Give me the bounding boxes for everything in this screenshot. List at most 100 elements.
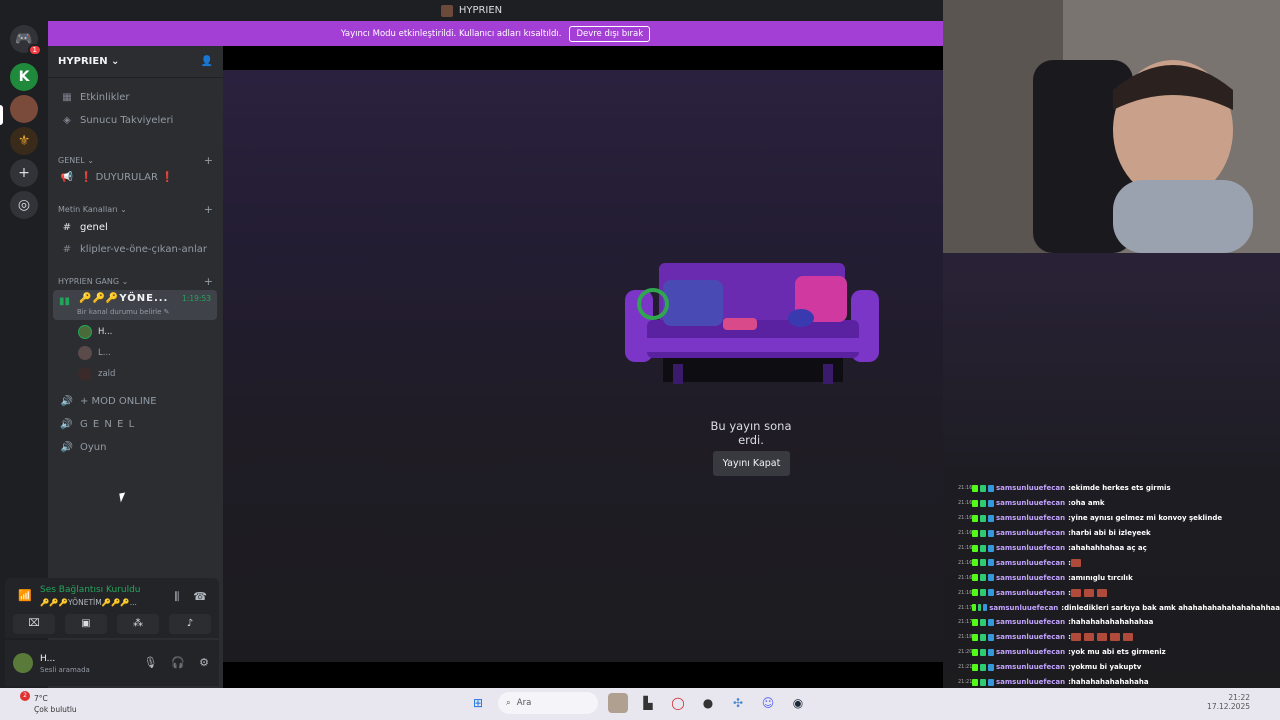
- kick-badge-icon: [972, 589, 978, 597]
- voice-channel-active[interactable]: ▮▮ 🔑🔑🔑YÖNE... 1:19:53 Bir kanal durumu b…: [53, 290, 217, 320]
- disable-button[interactable]: Devre dışı bırak: [569, 25, 651, 42]
- obs-icon[interactable]: ●: [698, 693, 718, 713]
- server-name: HYPRIEN ⌄: [58, 56, 120, 67]
- chat-text: dinledikleri sarkıya bak amk ahahahahaha…: [1064, 603, 1280, 612]
- sidebar-item-events[interactable]: ▦ Etkinlikler: [56, 87, 217, 107]
- speaker-icon: 🔊: [60, 418, 74, 430]
- avatar[interactable]: [13, 653, 33, 673]
- chat-time: 21:16: [958, 515, 973, 522]
- voice-channel-mod-online[interactable]: 🔊 + MOD ONLINE: [56, 391, 217, 411]
- chat-text: amınıglu tırcılık: [1070, 573, 1133, 582]
- chat-time: 21:16: [958, 545, 973, 551]
- username[interactable]: H...: [40, 654, 55, 664]
- screen-share-button[interactable]: ▣: [65, 614, 107, 634]
- sidebar-item-boosts[interactable]: ◈ Sunucu Takviyeleri: [56, 110, 217, 130]
- hyprien-server-icon[interactable]: [10, 95, 38, 123]
- chevron-down-icon: ⌄: [111, 56, 120, 67]
- voice-member[interactable]: H...: [78, 324, 112, 340]
- voice-channel-genel[interactable]: 🔊 G E N E L: [56, 414, 217, 434]
- server-header[interactable]: HYPRIEN ⌄ 👤: [48, 46, 223, 78]
- screen: HYPRIEN 🎮 1 K ⚜ + ◎ Yayıncı Modu etkinle…: [0, 0, 1280, 720]
- activities-icon: ⁂: [133, 618, 143, 629]
- chat-text: yokmu bi yakuptv: [1070, 663, 1142, 672]
- voice-status[interactable]: Ses Bağlantısı Kuruldu: [40, 585, 140, 595]
- signal-icon[interactable]: 📶: [18, 589, 32, 602]
- gift-badge-icon: [988, 559, 994, 567]
- close-stream-button[interactable]: Yayını Kapat: [713, 451, 790, 476]
- chat-username: samsunluuefecan: [996, 484, 1066, 493]
- windows-taskbar: 2 7°C Çok bulutlu ⊞ ⌕ Ara ▙ ◯ ● ✣ ☺ ◉ 21…: [0, 688, 1280, 720]
- channel-klipler[interactable]: # klipler-ve-öne-çıkan-anlar: [56, 239, 217, 259]
- gear-icon[interactable]: ⚙: [199, 656, 209, 669]
- voice-member[interactable]: L...: [78, 345, 111, 361]
- kick-badge-icon: [972, 604, 976, 612]
- voice-channel-name[interactable]: 🔑🔑🔑YÖNETİM🔑🔑🔑...: [40, 598, 137, 607]
- megaphone-icon: 📢: [60, 171, 74, 183]
- kick-server-icon[interactable]: K: [10, 63, 38, 91]
- avatar: [78, 346, 92, 360]
- chat-time: 21:16: [958, 530, 973, 537]
- user-status: Sesli aramada: [40, 666, 90, 674]
- chat-time: 21:17: [958, 619, 973, 626]
- steam-icon[interactable]: ◉: [788, 693, 808, 713]
- chat-username: samsunluuefecan: [996, 648, 1066, 657]
- gift-badge-icon: [988, 633, 994, 641]
- add-channel-icon[interactable]: +: [204, 154, 213, 167]
- kick-badge-icon: [972, 663, 978, 671]
- soundboard-button[interactable]: ♪: [169, 614, 211, 634]
- subscriber-badge-icon: [980, 559, 986, 567]
- chat-username: samsunluuefecan: [996, 633, 1066, 642]
- system-clock[interactable]: 21:22 17.12.2025: [1207, 693, 1250, 711]
- microphone-icon[interactable]: 🎙: [143, 656, 157, 669]
- chat-overlay: 21:16 samsunluuefecan: ekimde herkes ets …: [958, 481, 1280, 719]
- stream-ended-text: Bu yayın sona erdi.: [710, 419, 792, 447]
- kick-badge-icon: [972, 678, 978, 686]
- add-server-icon[interactable]: +: [10, 159, 38, 187]
- subscriber-badge-icon: [980, 648, 986, 656]
- search-icon: ⌕: [506, 698, 511, 708]
- chat-message: 21:20 samsunluuefecan: yok mu abi ets gir…: [958, 648, 1166, 657]
- emote-icon: [1083, 588, 1094, 597]
- chat-text: ahahahhahaa aç aç: [1070, 544, 1147, 552]
- game-server-icon[interactable]: ⚜: [10, 127, 38, 155]
- category-hyprien-gang[interactable]: HYPRIEN GANG ⌄ +: [58, 275, 213, 288]
- window-title: HYPRIEN: [458, 5, 503, 16]
- kick-badge-icon: [972, 514, 978, 522]
- chat-username: samsunluuefecan: [996, 678, 1066, 687]
- noise-suppression-icon[interactable]: ⫼: [174, 590, 179, 604]
- subscriber-badge-icon: [980, 663, 986, 671]
- channel-status[interactable]: Bir kanal durumu belirle ✎: [77, 308, 170, 316]
- disconnect-icon[interactable]: ☎: [193, 590, 207, 604]
- discord-home-icon[interactable]: 🎮 1: [10, 25, 42, 56]
- gift-badge-icon: [988, 618, 994, 626]
- gift-badge-icon: [988, 514, 994, 522]
- add-channel-icon[interactable]: +: [204, 275, 213, 288]
- discord-icon[interactable]: ☺: [758, 693, 778, 713]
- user-panel: H... Sesli aramada 🎙 🎧 ⚙: [5, 640, 219, 686]
- category-text-channels[interactable]: Metin Kanalları ⌄ +: [58, 203, 213, 216]
- file-explorer-icon[interactable]: [608, 693, 628, 713]
- search-box[interactable]: ⌕ Ara: [498, 692, 598, 714]
- terminal-icon[interactable]: ▙: [638, 693, 658, 713]
- explore-icon[interactable]: ◎: [10, 191, 38, 219]
- channel-genel[interactable]: # genel: [56, 217, 217, 237]
- chat-username: samsunluuefecan: [996, 558, 1066, 567]
- add-channel-icon[interactable]: +: [204, 203, 213, 216]
- camera-off-button[interactable]: ⌧: [13, 614, 55, 634]
- activities-button[interactable]: ⁂: [117, 614, 159, 634]
- channel-announcements[interactable]: 📢 ❗ DUYURULAR ❗: [56, 167, 217, 187]
- chat-time: 21:16: [958, 500, 973, 507]
- opera-icon[interactable]: ◯: [668, 693, 688, 713]
- category-genel[interactable]: GENEL ⌄ +: [58, 154, 213, 167]
- chat-message: 21:17 samsunluuefecan: dinledikleri sarkı…: [958, 603, 1280, 612]
- headphones-icon[interactable]: 🎧: [171, 656, 185, 669]
- camera-off-icon: ⌧: [28, 618, 40, 629]
- invite-people-icon[interactable]: 👤: [201, 56, 213, 67]
- chat-time: 21:21: [958, 679, 973, 686]
- windows-start-icon[interactable]: ⊞: [468, 693, 488, 713]
- emote-icon: [1083, 633, 1094, 642]
- voice-channel-oyun[interactable]: 🔊 Oyun: [56, 437, 217, 457]
- settings-app-icon[interactable]: ✣: [728, 693, 748, 713]
- selected-server-indicator: [0, 105, 3, 125]
- voice-member[interactable]: zald: [78, 366, 115, 382]
